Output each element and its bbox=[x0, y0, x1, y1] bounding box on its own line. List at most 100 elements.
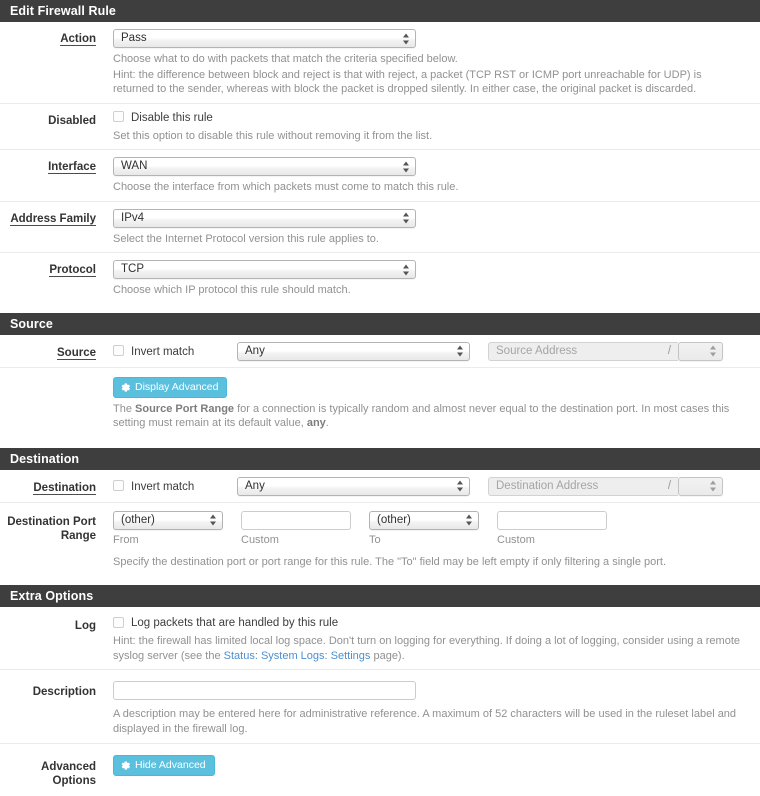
interface-help: Choose the interface from which packets … bbox=[113, 181, 459, 193]
action-select-value: Pass bbox=[121, 32, 147, 44]
gear-icon bbox=[120, 760, 131, 771]
destination-invert-checkbox[interactable] bbox=[113, 480, 124, 491]
row-destination: Destination Invert match Any / bbox=[0, 470, 760, 503]
port-custom-from-cell: Custom bbox=[241, 510, 351, 547]
port-to-cell: (other) To bbox=[369, 510, 479, 547]
port-custom-to-cell: Custom bbox=[497, 510, 607, 547]
source-port-range-bold: Source Port Range bbox=[135, 402, 235, 415]
description-input[interactable] bbox=[113, 681, 416, 700]
hide-advanced-button-label: Hide Advanced bbox=[135, 759, 206, 771]
port-custom-to-input[interactable] bbox=[497, 510, 607, 530]
chevron-updown-icon bbox=[710, 345, 717, 358]
content-destination-port-range: (other) From Custom (other) To Custom Sp… bbox=[113, 510, 760, 570]
port-from-select[interactable]: (other) bbox=[113, 510, 223, 530]
section-heading-edit-firewall-rule: Edit Firewall Rule bbox=[0, 0, 760, 22]
source-invert-checkbox[interactable] bbox=[113, 345, 124, 356]
source-address-group: / bbox=[488, 341, 723, 361]
source-body: Source Invert match Any / bbox=[0, 334, 760, 439]
row-interface: Interface WAN Choose the interface from … bbox=[0, 150, 760, 202]
port-to-select[interactable]: (other) bbox=[369, 510, 479, 530]
source-port-range-help: The Source Port Range for a connection i… bbox=[113, 402, 730, 430]
action-help-line1: Choose what to do with packets that matc… bbox=[113, 53, 458, 65]
source-address-input[interactable] bbox=[488, 341, 661, 361]
row-protocol: Protocol TCP Choose which IP protocol th… bbox=[0, 253, 760, 304]
label-action: Action bbox=[60, 33, 96, 46]
label-destination: Destination bbox=[33, 481, 96, 495]
disable-rule-checkbox[interactable] bbox=[113, 111, 124, 122]
content-interface: WAN Choose the interface from which pack… bbox=[113, 157, 760, 195]
content-log: Log packets that are handled by this rul… bbox=[113, 616, 760, 663]
spacer-source bbox=[0, 303, 760, 313]
address-family-select[interactable]: IPv4 bbox=[113, 208, 416, 228]
source-invert-label[interactable]: Invert match bbox=[131, 345, 194, 359]
port-from-select-value: (other) bbox=[121, 513, 155, 526]
content-advanced-options: Hide Advanced bbox=[113, 755, 760, 776]
row-destination-port-range: Destination Port Range (other) From Cust… bbox=[0, 503, 760, 577]
section-heading-destination: Destination bbox=[0, 447, 760, 470]
destination-mask-select[interactable] bbox=[678, 476, 723, 496]
protocol-select[interactable]: TCP bbox=[113, 260, 416, 279]
label-source-port-range-spacer bbox=[0, 377, 113, 380]
port-custom-from-input[interactable] bbox=[241, 510, 351, 530]
chevron-updown-icon bbox=[710, 480, 717, 493]
row-advanced-options: Advanced Options Hide Advanced bbox=[0, 744, 760, 796]
content-destination: Invert match Any / bbox=[113, 476, 760, 496]
label-advanced-options: Advanced Options bbox=[41, 761, 96, 787]
content-source: Invert match Any / bbox=[113, 341, 760, 361]
content-protocol: TCP Choose which IP protocol this rule s… bbox=[113, 260, 760, 298]
label-log: Log bbox=[74, 620, 96, 632]
destination-type-select[interactable]: Any bbox=[237, 476, 470, 496]
hide-advanced-button[interactable]: Hide Advanced bbox=[113, 755, 215, 776]
row-disabled: Disabled Disable this rule Set this opti… bbox=[0, 104, 760, 150]
destination-type-select-value: Any bbox=[245, 479, 265, 492]
chevron-updown-icon bbox=[403, 212, 410, 225]
destination-port-range-help: Specify the destination port or port ran… bbox=[113, 555, 666, 568]
section-heading-source: Source bbox=[0, 312, 760, 335]
display-advanced-button[interactable]: Display Advanced bbox=[113, 376, 228, 398]
action-help-line2: Hint: the difference between block and r… bbox=[113, 68, 702, 96]
description-help: A description may be entered here for ad… bbox=[113, 708, 737, 735]
protocol-help: Choose which IP protocol this rule shoul… bbox=[113, 284, 351, 296]
spacer-extra-options bbox=[0, 576, 760, 585]
content-disabled: Disable this rule Set this option to dis… bbox=[113, 111, 760, 144]
destination-invert-label[interactable]: Invert match bbox=[131, 480, 194, 494]
protocol-select-value: TCP bbox=[121, 263, 144, 275]
row-address-family: Address Family IPv4 Select the Internet … bbox=[0, 202, 760, 253]
log-packets-checkbox-label[interactable]: Log packets that are handled by this rul… bbox=[131, 616, 338, 630]
chevron-updown-icon bbox=[403, 160, 410, 173]
destination-port-range-inputs: (other) From Custom (other) To Custom bbox=[113, 510, 750, 547]
action-select[interactable]: Pass bbox=[113, 29, 416, 48]
source-type-select[interactable]: Any bbox=[237, 341, 470, 361]
log-packets-checkbox[interactable] bbox=[113, 616, 124, 628]
section-heading-extra-options: Extra Options bbox=[0, 585, 760, 607]
chevron-updown-icon bbox=[403, 263, 410, 276]
interface-select[interactable]: WAN bbox=[113, 157, 416, 176]
source-type-select-value: Any bbox=[245, 344, 265, 357]
destination-body: Destination Invert match Any / bbox=[0, 469, 760, 577]
destination-field-line: Invert match Any / bbox=[113, 476, 750, 496]
log-help: Hint: the firewall has limited local log… bbox=[113, 635, 741, 662]
content-description: A description may be entered here for ad… bbox=[113, 681, 760, 736]
content-source-port-range: Display Advanced The Source Port Range f… bbox=[113, 376, 760, 431]
label-interface: Interface bbox=[48, 161, 96, 174]
display-advanced-button-label: Display Advanced bbox=[135, 380, 219, 393]
disabled-help: Set this option to disable this rule wit… bbox=[113, 129, 433, 142]
row-source-port-range: Display Advanced The Source Port Range f… bbox=[0, 368, 760, 439]
source-mask-select[interactable] bbox=[678, 341, 723, 361]
destination-address-group: / bbox=[488, 476, 723, 496]
label-destination-port-range: Destination Port Range bbox=[7, 515, 96, 542]
label-address-family: Address Family bbox=[10, 212, 96, 226]
port-to-select-value: (other) bbox=[377, 513, 411, 526]
destination-invert-group: Invert match bbox=[113, 479, 237, 494]
destination-cidr-separator: / bbox=[661, 476, 678, 496]
system-logs-settings-link[interactable]: Status: System Logs: Settings bbox=[224, 650, 371, 662]
chevron-updown-icon bbox=[457, 345, 464, 358]
destination-address-input[interactable] bbox=[488, 476, 661, 496]
row-action: Action Pass Choose what to do with packe… bbox=[0, 22, 760, 104]
row-description: Description A description may be entered… bbox=[0, 670, 760, 744]
content-address-family: IPv4 Select the Internet Protocol versio… bbox=[113, 208, 760, 247]
source-port-default-bold: any bbox=[306, 417, 326, 429]
source-field-line: Invert match Any / bbox=[113, 341, 750, 361]
disable-rule-checkbox-label[interactable]: Disable this rule bbox=[131, 111, 213, 125]
extra-options-body: Log Log packets that are handled by this… bbox=[0, 607, 760, 796]
